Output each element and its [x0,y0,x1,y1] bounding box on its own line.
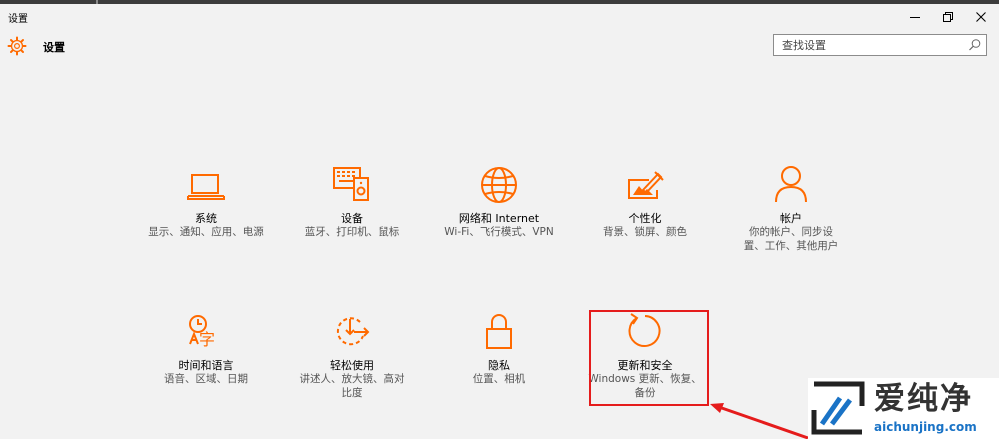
time-language-icon: 字 [189,315,215,349]
minimize-button[interactable] [900,6,930,28]
search-input[interactable] [774,35,968,55]
tile-label: 隐私 [488,359,510,372]
tile-label: 帐户 [780,212,802,225]
tile-description: 位置、相机 [472,373,526,385]
close-button[interactable] [966,6,996,28]
lock-icon [486,314,512,349]
tile-devices[interactable]: 设备 蓝牙、打印机、鼠标 [292,160,412,260]
ease-of-access-icon [336,317,370,346]
annotation-arrow-icon [710,403,809,439]
tile-network[interactable]: 网络和 Internet Wi-Fi、飞行模式、VPN [439,160,559,260]
tile-label: 轻松使用 [330,359,374,372]
tile-label: 网络和 Internet [458,212,540,225]
tile-label: 系统 [195,212,217,225]
svg-text:字: 字 [199,330,215,349]
laptop-icon [187,174,225,200]
search-icon[interactable] [968,38,982,52]
search-box[interactable] [773,34,987,56]
tile-label: 设备 [341,212,363,225]
minimize-icon [910,17,920,18]
watermark-url: aichunjing.com [874,420,977,434]
tile-privacy[interactable]: 隐私 位置、相机 [439,308,559,398]
restore-icon [943,12,953,22]
tile-description: 蓝牙、打印机、鼠标 [304,226,400,238]
tile-description: 你的帐户、同步设置、工作、其他用户 [743,226,839,252]
tile-description: Wi-Fi、飞行模式、VPN [444,226,554,238]
window-title: 设置 [8,14,28,25]
tile-ease-of-access[interactable]: 轻松使用 讲述人、放大镜、高对比度 [292,308,412,399]
tile-description: 背景、锁屏、颜色 [603,226,687,238]
watermark: 爱纯净 aichunjing.com [808,378,999,439]
restore-button[interactable] [933,6,963,28]
page-title: 设置 [43,41,65,54]
annotation-highlight-box [589,310,709,406]
tile-time-language[interactable]: 字 时间和语言 语音、区域、日期 [146,308,266,398]
watermark-title: 爱纯净 [874,381,973,417]
title-bar: 设置 [0,4,999,30]
tile-description: 语音、区域、日期 [164,373,248,385]
tile-description: 显示、通知、应用、电源 [148,226,264,238]
tile-system[interactable]: 系统 显示、通知、应用、电源 [146,160,266,260]
tile-description: 讲述人、放大镜、高对比度 [299,373,405,399]
tile-label: 个性化 [628,212,662,225]
tile-label: 时间和语言 [178,359,234,372]
watermark-logo-icon [811,381,865,435]
personalization-icon [628,171,664,199]
devices-icon [333,167,369,201]
tile-personalization[interactable]: 个性化 背景、锁屏、颜色 [585,160,705,260]
tile-accounts[interactable]: 帐户 你的帐户、同步设置、工作、其他用户 [731,160,851,260]
globe-icon [481,167,517,203]
app-header: 设置 [0,30,999,64]
gear-icon [7,36,27,56]
close-icon [976,12,986,22]
person-icon [775,166,807,203]
